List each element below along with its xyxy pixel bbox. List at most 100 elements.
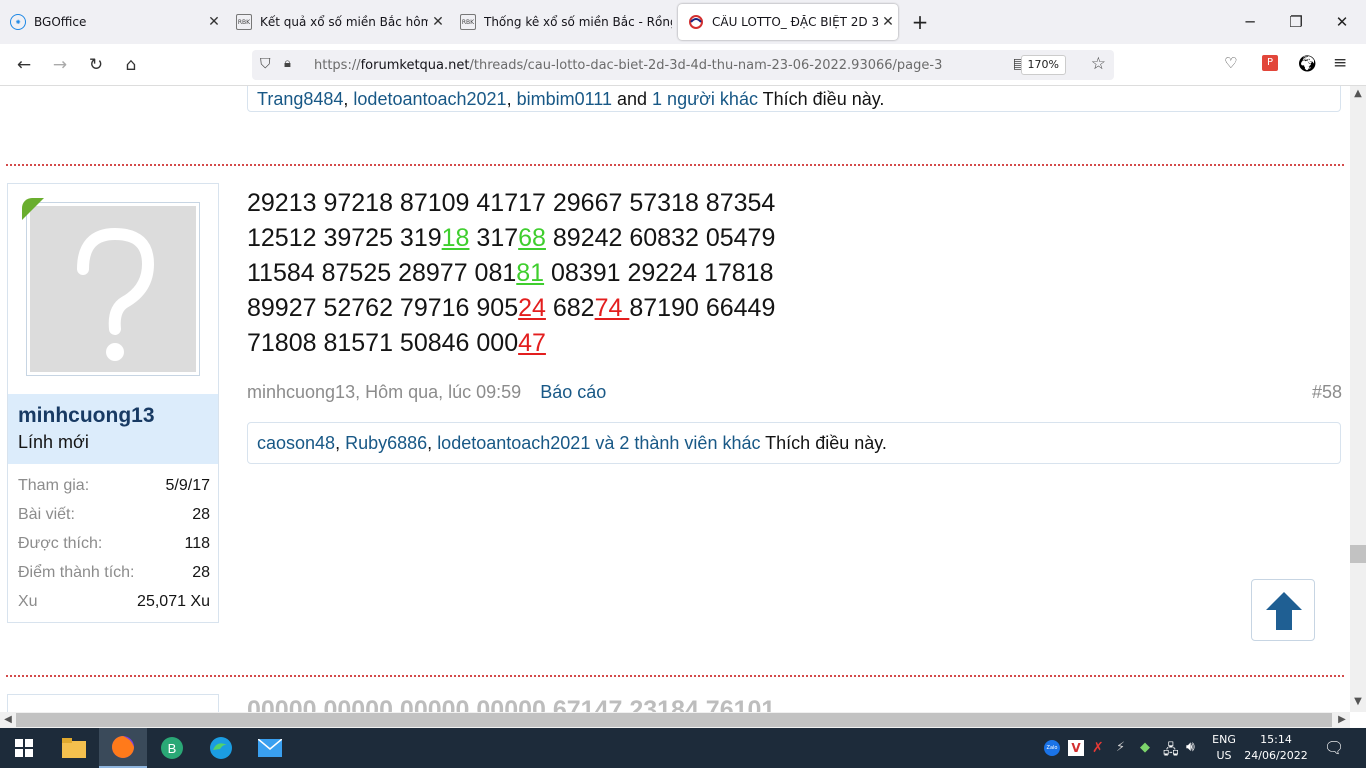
- file-explorer-icon[interactable]: [50, 728, 98, 768]
- url-bar[interactable]: ⛉ 🔒︎ https://forumketqua.net/threads/cau…: [252, 50, 1114, 80]
- clock[interactable]: 15:14 24/06/2022: [1240, 732, 1312, 764]
- forward-arrow-icon[interactable]: →: [46, 52, 74, 78]
- zoom-level[interactable]: 170%: [1020, 55, 1066, 75]
- number-text: 71808 81571 50846 000: [247, 329, 519, 357]
- tab-thong-ke[interactable]: RBK Thống kê xổ số miền Bắc - Rồng: [450, 4, 672, 40]
- zalo-icon[interactable]: Zalo: [1044, 740, 1060, 756]
- svg-text:B: B: [168, 741, 177, 756]
- number-line: 11584 87525 28977 08181 08391 29224 1781…: [247, 256, 775, 291]
- stat-coins: Xu 25,071 Xu: [18, 593, 210, 610]
- tab-ket-qua[interactable]: RBK Kết quả xổ số miền Bắc hôm nay ✕: [226, 4, 448, 40]
- scroll-to-top-button[interactable]: [1251, 579, 1315, 641]
- pocket-icon[interactable]: ♡: [1224, 54, 1237, 72]
- user-name-block: minhcuong13 Lính mới: [8, 394, 218, 464]
- driver-icon[interactable]: ◆: [1140, 740, 1150, 755]
- stat-likes: Được thích: 118: [18, 535, 210, 552]
- liker-link[interactable]: lodetoantoach2021: [437, 433, 590, 453]
- liker-link[interactable]: lodetoantoach2021: [353, 89, 506, 109]
- windows-taskbar: B Zalo V ✗ ⚡ ◆ 🖧︎ 🔊︎ ENG US 15:14 24/06/…: [0, 728, 1366, 768]
- restore-icon[interactable]: ❐: [1276, 8, 1316, 36]
- post-body: 29213 97218 87109 41717 29667 57318 8735…: [247, 186, 775, 361]
- number-text: 87190 66449: [629, 294, 776, 322]
- post-likes-bar: caoson48, Ruby6886, lodetoantoach2021 và…: [247, 422, 1341, 464]
- home-icon[interactable]: ⌂: [117, 52, 145, 78]
- number-text: 317: [469, 224, 519, 252]
- post-author-date[interactable]: minhcuong13, Hôm qua, lúc 09:59: [247, 382, 521, 402]
- close-icon[interactable]: ✕: [878, 14, 898, 30]
- previous-likes-bar: Trang8484, lodetoantoach2021, bimbim0111…: [247, 86, 1341, 112]
- stat-joined: Tham gia: 5/9/17: [18, 477, 210, 494]
- liker-link[interactable]: bimbim0111: [517, 89, 612, 109]
- navigation-bar: ← → ↻ ⌂ ⛉ 🔒︎ https://forumketqua.net/thr…: [0, 44, 1366, 86]
- close-window-icon[interactable]: ✕: [1322, 8, 1362, 36]
- edge-icon[interactable]: [197, 728, 245, 768]
- bookmark-star-icon[interactable]: ☆: [1091, 54, 1106, 74]
- mail-icon[interactable]: [246, 728, 294, 768]
- post-meta: minhcuong13, Hôm qua, lúc 09:59 Báo cáo …: [247, 382, 1342, 403]
- post-divider: [6, 675, 1344, 677]
- menu-icon[interactable]: ≡: [1333, 53, 1347, 73]
- number-text: 682: [545, 294, 595, 322]
- post-divider: [6, 164, 1344, 166]
- vertical-scrollbar[interactable]: ▲ ▼: [1350, 86, 1366, 712]
- tab-bgoffice[interactable]: ✺ BGOffice ✕: [0, 4, 224, 40]
- firefox-icon[interactable]: [99, 728, 147, 768]
- vietkey-icon[interactable]: V: [1068, 740, 1084, 756]
- liker-link[interactable]: Ruby6886: [345, 433, 427, 453]
- scroll-up-arrow-icon[interactable]: ▲: [1350, 86, 1366, 102]
- and-text: và: [595, 432, 615, 453]
- stat-points: Điểm thành tích: 28: [18, 564, 210, 581]
- input-language[interactable]: ENG US: [1206, 732, 1242, 764]
- back-arrow-icon[interactable]: ←: [10, 52, 38, 78]
- new-tab-button[interactable]: +: [900, 8, 940, 36]
- highlight-number: 74: [594, 294, 630, 322]
- page-content: Trang8484, lodetoantoach2021, bimbim0111…: [0, 86, 1350, 712]
- others-link[interactable]: 2 thành viên khác: [619, 433, 760, 453]
- scroll-down-arrow-icon[interactable]: ▼: [1350, 694, 1366, 710]
- highlight-number: 81: [516, 259, 545, 287]
- bgoffice-icon: ✺: [10, 14, 26, 30]
- tab-title: BGOffice: [34, 15, 87, 29]
- number-line: 89927 52762 79716 90524 68274 87190 6644…: [247, 291, 775, 326]
- highlight-number: 24: [518, 294, 546, 322]
- tab-strip: ✺ BGOffice ✕ RBK Kết quả xổ số miền Bắc …: [0, 0, 1366, 44]
- others-link[interactable]: 1 người khác: [652, 89, 758, 109]
- highlight-number: 18: [441, 224, 470, 252]
- vertical-scroll-thumb[interactable]: [1350, 545, 1366, 563]
- reload-icon[interactable]: ↻: [82, 52, 110, 78]
- liker-link[interactable]: caoson48: [257, 433, 335, 453]
- tab-cau-lotto[interactable]: CẦU LOTTO_ ĐẶC BIỆT 2D 3D 4D ✕: [678, 4, 898, 40]
- scroll-right-arrow-icon[interactable]: ▶: [1334, 712, 1350, 728]
- up-arrow-icon: [1266, 592, 1302, 630]
- horizontal-scrollbar[interactable]: ◀ ▶: [0, 712, 1350, 728]
- username-link[interactable]: minhcuong13: [18, 404, 208, 428]
- browser-app-icon[interactable]: B: [148, 728, 196, 768]
- avatar[interactable]: [26, 202, 200, 376]
- number-text: 29213 97218 87109 41717 29667 57318 8735…: [247, 189, 776, 217]
- post-number[interactable]: #58: [1312, 382, 1342, 403]
- extension-globe-icon[interactable]: 🌍︎: [1297, 54, 1317, 73]
- lock-icon[interactable]: 🔒︎: [284, 56, 291, 71]
- report-link[interactable]: Báo cáo: [540, 382, 606, 402]
- network-icon[interactable]: 🖧︎: [1163, 739, 1179, 763]
- horizontal-scroll-thumb[interactable]: [16, 713, 1332, 727]
- volume-icon[interactable]: 🔊︎: [1186, 739, 1195, 755]
- url-text[interactable]: https://forumketqua.net/threads/cau-lott…: [314, 58, 942, 73]
- windows-start-icon[interactable]: [0, 728, 48, 768]
- liker-link[interactable]: Trang8484: [257, 89, 343, 109]
- scroll-left-arrow-icon[interactable]: ◀: [0, 712, 16, 728]
- online-status-indicator: [22, 198, 44, 220]
- minimize-icon[interactable]: ─: [1230, 8, 1270, 36]
- antivirus-icon[interactable]: ✗: [1092, 740, 1104, 756]
- close-icon[interactable]: ✕: [428, 14, 448, 30]
- number-line: 29213 97218 87109 41717 29667 57318 8735…: [247, 186, 775, 221]
- number-text: 12512 39725 319: [247, 224, 442, 252]
- highlight-number: 47: [518, 329, 546, 357]
- notification-icon[interactable]: 🗨︎: [1324, 738, 1344, 757]
- extension-p-icon[interactable]: P: [1262, 55, 1278, 71]
- network-off-icon[interactable]: ⚡: [1116, 740, 1125, 755]
- user-info-panel: minhcuong13 Lính mới Tham gia: 5/9/17 Bài…: [7, 183, 219, 623]
- close-icon[interactable]: ✕: [204, 14, 224, 30]
- rbk-icon: RBK: [236, 14, 252, 30]
- shield-icon[interactable]: ⛉: [260, 56, 271, 72]
